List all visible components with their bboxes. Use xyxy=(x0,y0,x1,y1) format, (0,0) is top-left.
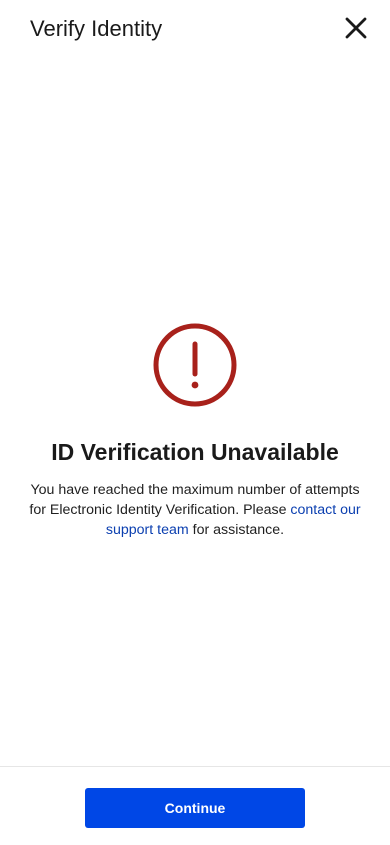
close-button[interactable] xyxy=(340,12,372,44)
status-title: ID Verification Unavailable xyxy=(51,439,339,465)
footer-divider xyxy=(0,766,390,767)
exclamation-circle-icon xyxy=(153,323,237,407)
status-panel: ID Verification Unavailable You have rea… xyxy=(0,322,390,540)
message-text-end: for assistance. xyxy=(188,522,285,538)
app-header: Verify Identity xyxy=(0,0,390,60)
close-icon xyxy=(345,17,367,39)
page-title: Verify Identity xyxy=(30,16,163,41)
status-message: You have reached the maximum number of a… xyxy=(25,480,365,540)
continue-button[interactable]: Continue xyxy=(85,788,305,828)
